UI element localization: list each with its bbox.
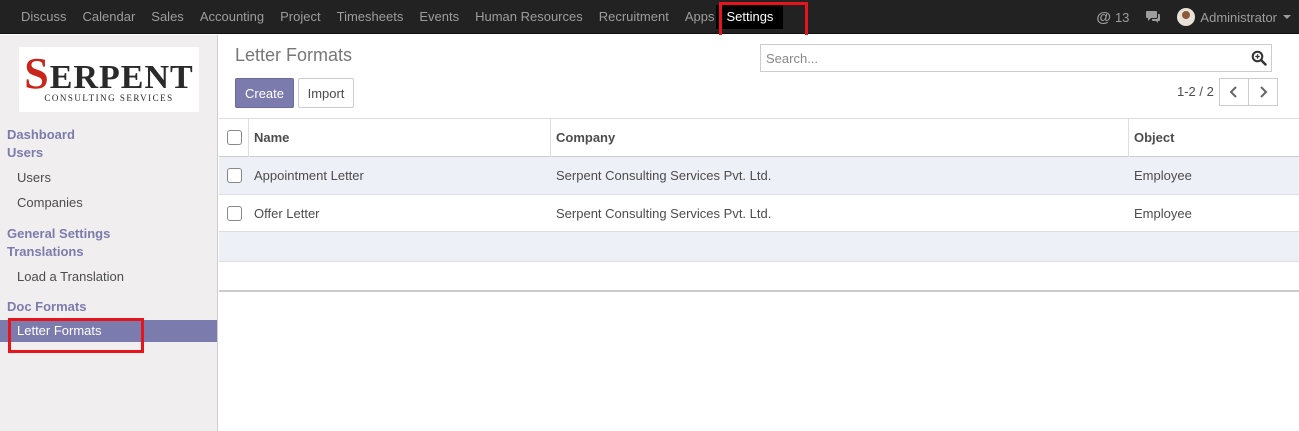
pager-previous-button[interactable] — [1219, 78, 1249, 106]
cell-company: Serpent Consulting Services Pvt. Ltd. — [556, 168, 772, 183]
main-content: Letter Formats Create Import 1-2 / 2 Nam… — [219, 35, 1299, 431]
top-navbar: Discuss Calendar Sales Accounting Projec… — [0, 0, 1299, 34]
search-box — [760, 44, 1272, 72]
table-header: Name Company Object — [219, 118, 1299, 158]
cell-company: Serpent Consulting Services Pvt. Ltd. — [556, 205, 772, 221]
menu-events[interactable]: Events — [411, 0, 467, 34]
company-logo: SERPENT CONSULTING SERVICES — [19, 47, 199, 112]
mention-count: 13 — [1114, 9, 1130, 25]
user-area: @ 13 Administrator — [1096, 0, 1291, 34]
user-name: Administrator — [1200, 9, 1277, 25]
row-checkbox[interactable] — [227, 168, 242, 183]
column-header-object[interactable]: Object — [1134, 119, 1174, 156]
at-icon: @ — [1096, 8, 1111, 26]
menu-apps[interactable]: Apps — [677, 0, 717, 34]
sidebar-head-translations[interactable]: Translations — [7, 244, 84, 259]
sidebar-head-users[interactable]: Users — [7, 145, 43, 160]
menu-project[interactable]: Project — [272, 0, 328, 34]
empty-row — [219, 262, 1299, 292]
pager-next-button[interactable] — [1248, 78, 1278, 106]
cell-name: Offer Letter — [254, 205, 320, 221]
column-divider — [248, 119, 249, 158]
column-header-name[interactable]: Name — [254, 119, 289, 156]
create-button[interactable]: Create — [235, 78, 294, 108]
menu-recruitment[interactable]: Recruitment — [591, 0, 677, 34]
sidebar-head-dashboard[interactable]: Dashboard — [7, 127, 75, 142]
sidebar-head-doc-formats[interactable]: Doc Formats — [7, 299, 86, 314]
menu-calendar[interactable]: Calendar — [75, 0, 144, 34]
search-input[interactable] — [761, 45, 1241, 71]
menu-human-resources[interactable]: Human Resources — [467, 0, 591, 34]
cell-name: Appointment Letter — [254, 168, 364, 183]
sidebar-item-companies[interactable]: Companies — [17, 195, 83, 210]
column-divider — [550, 119, 551, 158]
menu-discuss[interactable]: Discuss — [13, 0, 75, 34]
sidebar-item-load-translation[interactable]: Load a Translation — [17, 269, 124, 284]
menu-settings[interactable]: Settings — [716, 5, 784, 29]
table-row[interactable]: Appointment Letter Serpent Consulting Se… — [219, 157, 1299, 195]
table-row[interactable]: Offer Letter Serpent Consulting Services… — [219, 195, 1299, 232]
sidebar-item-users[interactable]: Users — [17, 170, 51, 185]
select-all-checkbox[interactable] — [227, 130, 242, 145]
search-icon[interactable] — [1251, 50, 1267, 69]
user-menu[interactable]: Administrator — [1177, 8, 1291, 26]
main-menu: Discuss Calendar Sales Accounting Projec… — [13, 0, 784, 34]
column-divider — [1128, 119, 1129, 158]
sidebar-head-general-settings[interactable]: General Settings — [7, 226, 110, 241]
select-all-checkbox-cell — [227, 119, 242, 156]
chat-icon[interactable] — [1145, 10, 1161, 24]
menu-accounting[interactable]: Accounting — [192, 0, 272, 34]
row-checkbox[interactable] — [227, 205, 242, 221]
pager-value: 1-2 / 2 — [1177, 84, 1214, 99]
sidebar-item-letter-formats[interactable]: Letter Formats — [0, 320, 217, 342]
chevron-right-icon — [1260, 86, 1268, 98]
chevron-left-icon — [1229, 86, 1237, 98]
column-header-company[interactable]: Company — [556, 119, 615, 156]
caret-down-icon — [1283, 15, 1291, 19]
mentions-button[interactable]: @ 13 — [1096, 9, 1129, 26]
sidebar: SERPENT CONSULTING SERVICES Dashboard Us… — [0, 35, 218, 431]
import-button[interactable]: Import — [298, 78, 354, 108]
cell-object: Employee — [1134, 168, 1192, 183]
avatar — [1177, 8, 1196, 26]
empty-row — [219, 232, 1299, 262]
page-title: Letter Formats — [235, 45, 353, 65]
logo-wordmark: SERPENT — [24, 48, 194, 98]
menu-timesheets[interactable]: Timesheets — [329, 0, 412, 34]
menu-sales[interactable]: Sales — [143, 0, 192, 34]
cell-object: Employee — [1134, 205, 1192, 221]
